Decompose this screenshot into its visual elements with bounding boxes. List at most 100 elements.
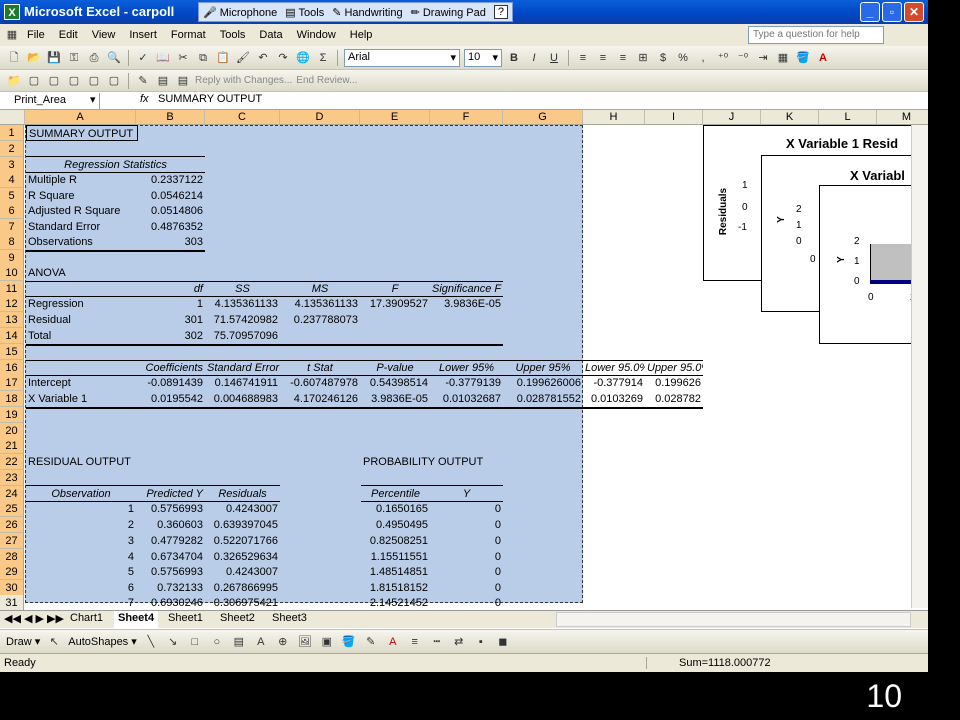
- col-header-b[interactable]: B: [136, 110, 205, 125]
- clipart-icon[interactable]: 🖼: [297, 634, 313, 650]
- spelling-icon[interactable]: ✓: [135, 50, 151, 66]
- track-icon[interactable]: ▤: [155, 73, 171, 89]
- row-header[interactable]: 24: [0, 486, 24, 502]
- font-size-select[interactable]: 10 ▾: [464, 48, 502, 67]
- row-header[interactable]: 18: [0, 391, 24, 407]
- merge-center-icon[interactable]: ⊞: [635, 50, 651, 66]
- research-icon[interactable]: 📖: [155, 50, 171, 66]
- fill-color-icon[interactable]: 🪣: [795, 50, 811, 66]
- rectangle-icon[interactable]: □: [187, 634, 203, 650]
- tab-sheet4[interactable]: Sheet4: [114, 611, 159, 628]
- tab-chart1[interactable]: Chart1: [66, 611, 107, 628]
- currency-button[interactable]: $: [655, 50, 671, 66]
- row-header[interactable]: 10: [0, 265, 24, 281]
- redo-icon[interactable]: ↷: [275, 50, 291, 66]
- hyperlink-icon[interactable]: 🌐: [295, 50, 311, 66]
- comment-icon[interactable]: ✎: [135, 73, 151, 89]
- percent-button[interactable]: %: [675, 50, 691, 66]
- review-icon[interactable]: ▢: [46, 73, 62, 89]
- indent-icon[interactable]: ⇥: [755, 50, 771, 66]
- row-header[interactable]: 8: [0, 234, 24, 250]
- wordart-icon[interactable]: A: [253, 634, 269, 650]
- select-all-corner[interactable]: [0, 110, 25, 125]
- row-header[interactable]: 7: [0, 219, 24, 235]
- font-color-icon[interactable]: A: [385, 634, 401, 650]
- tab-sheet2[interactable]: Sheet2: [216, 611, 259, 628]
- row-header[interactable]: 2: [0, 141, 24, 157]
- row-header[interactable]: 19: [0, 407, 24, 423]
- row-header[interactable]: 15: [0, 344, 24, 360]
- bold-icon[interactable]: B: [506, 50, 522, 66]
- col-header-c[interactable]: C: [205, 110, 280, 125]
- permission-icon[interactable]: ⚿: [66, 50, 82, 66]
- col-header-k[interactable]: K: [761, 110, 819, 125]
- menu-insert[interactable]: Insert: [122, 29, 164, 41]
- help-question-input[interactable]: Type a question for help: [748, 26, 884, 44]
- col-header-j[interactable]: J: [703, 110, 761, 125]
- row-header[interactable]: 16: [0, 360, 24, 376]
- row-header[interactable]: 27: [0, 533, 24, 549]
- row-header[interactable]: 22: [0, 454, 24, 470]
- arrow-icon[interactable]: ↘: [165, 634, 181, 650]
- dash-style-icon[interactable]: ┅: [429, 634, 445, 650]
- folder-icon[interactable]: 📁: [6, 73, 22, 89]
- end-review-button[interactable]: End Review...: [296, 75, 357, 86]
- row-header[interactable]: 5: [0, 188, 24, 204]
- underline-icon[interactable]: U: [546, 50, 562, 66]
- fx-icon[interactable]: fx: [140, 93, 149, 105]
- tab-sheet1[interactable]: Sheet1: [164, 611, 207, 628]
- tools-button[interactable]: ▤ Tools: [285, 6, 324, 19]
- menu-window[interactable]: Window: [290, 29, 343, 41]
- row-header[interactable]: 12: [0, 296, 24, 312]
- worksheet-grid[interactable]: A B C D E F G H I J K L M 1 2 3 4 5 6 7 …: [0, 110, 928, 610]
- row-header[interactable]: 30: [0, 580, 24, 596]
- minimize-button[interactable]: _: [860, 2, 880, 22]
- col-header-g[interactable]: G: [503, 110, 583, 125]
- col-header-i[interactable]: I: [645, 110, 703, 125]
- col-header-h[interactable]: H: [583, 110, 645, 125]
- row-header[interactable]: 25: [0, 501, 24, 517]
- close-button[interactable]: ✕: [904, 2, 924, 22]
- menu-edit[interactable]: Edit: [52, 29, 85, 41]
- new-icon[interactable]: 🗋: [6, 50, 22, 66]
- row-header[interactable]: 13: [0, 312, 24, 328]
- tab-sheet3[interactable]: Sheet3: [268, 611, 311, 628]
- formula-input[interactable]: SUMMARY OUTPUT: [158, 93, 262, 105]
- draw-menu-button[interactable]: Draw ▾: [6, 635, 40, 648]
- workbook-icon[interactable]: ▦: [4, 27, 20, 43]
- track-icon[interactable]: ▤: [175, 73, 191, 89]
- menu-format[interactable]: Format: [164, 29, 213, 41]
- review-icon[interactable]: ▢: [26, 73, 42, 89]
- handwriting-button[interactable]: ✎ Handwriting: [332, 6, 402, 19]
- picture-icon[interactable]: ▣: [319, 634, 335, 650]
- row-header[interactable]: 26: [0, 517, 24, 533]
- microphone-button[interactable]: 🎤 Microphone: [203, 6, 277, 19]
- review-icon[interactable]: ▢: [106, 73, 122, 89]
- row-header[interactable]: 20: [0, 423, 24, 439]
- row-header[interactable]: 14: [0, 328, 24, 344]
- menu-help[interactable]: Help: [343, 29, 380, 41]
- align-right-icon[interactable]: ≡: [615, 50, 631, 66]
- autoshapes-button[interactable]: AutoShapes ▾: [68, 635, 137, 648]
- cut-icon[interactable]: ✂: [175, 50, 191, 66]
- shadow-icon[interactable]: ▪: [473, 634, 489, 650]
- copy-icon[interactable]: ⧉: [195, 50, 211, 66]
- select-objects-icon[interactable]: ↖: [46, 634, 62, 650]
- review-icon[interactable]: ▢: [86, 73, 102, 89]
- chevron-down-icon[interactable]: ▾: [90, 93, 96, 106]
- align-center-icon[interactable]: ≡: [595, 50, 611, 66]
- row-header[interactable]: 29: [0, 564, 24, 580]
- col-header-f[interactable]: F: [430, 110, 503, 125]
- col-header-m[interactable]: M: [877, 110, 928, 125]
- tab-nav-first-icon[interactable]: ◀◀ ◀ ▶ ▶▶: [4, 612, 64, 625]
- row-header[interactable]: 6: [0, 203, 24, 219]
- textbox-icon[interactable]: ▤: [231, 634, 247, 650]
- help-button[interactable]: ?: [493, 5, 508, 19]
- row-header[interactable]: 23: [0, 470, 24, 486]
- autosum-icon[interactable]: Σ: [315, 50, 331, 66]
- row-header[interactable]: 3: [0, 157, 24, 173]
- row-header[interactable]: 21: [0, 438, 24, 454]
- horizontal-scrollbar[interactable]: [556, 612, 911, 627]
- reply-with-changes-button[interactable]: Reply with Changes...: [195, 75, 292, 86]
- restore-button[interactable]: ▫: [882, 2, 902, 22]
